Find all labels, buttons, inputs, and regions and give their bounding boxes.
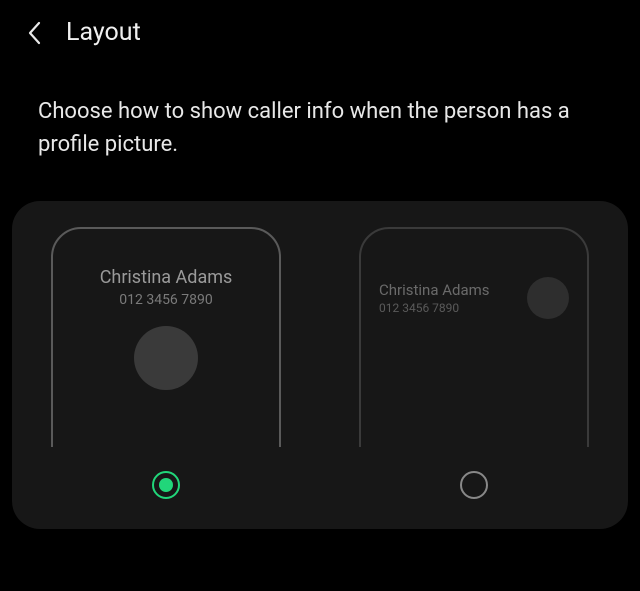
layout-options-panel: Christina Adams 012 3456 7890 Christina … — [12, 201, 628, 529]
phone-frame — [359, 227, 589, 447]
caller-text-group: Christina Adams 012 3456 7890 — [379, 281, 490, 315]
avatar-icon — [527, 277, 569, 319]
preview-content: Christina Adams 012 3456 7890 — [51, 267, 281, 390]
page-title: Layout — [66, 18, 141, 47]
caller-name: Christina Adams — [100, 267, 233, 288]
radio-selected[interactable] — [152, 471, 180, 499]
header: Layout — [0, 0, 640, 65]
description-text: Choose how to show caller info when the … — [0, 65, 640, 201]
avatar-icon — [134, 326, 198, 390]
caller-number: 012 3456 7890 — [379, 301, 490, 315]
caller-name: Christina Adams — [379, 281, 490, 299]
caller-number: 012 3456 7890 — [119, 292, 213, 308]
back-icon[interactable] — [22, 21, 46, 45]
radio-inner-dot — [159, 478, 173, 492]
layout-option-centered[interactable]: Christina Adams 012 3456 7890 — [51, 227, 281, 499]
phone-preview-compact: Christina Adams 012 3456 7890 — [359, 227, 589, 447]
radio-unselected[interactable] — [460, 471, 488, 499]
layout-option-compact[interactable]: Christina Adams 012 3456 7890 — [359, 227, 589, 499]
phone-preview-centered: Christina Adams 012 3456 7890 — [51, 227, 281, 447]
preview-content: Christina Adams 012 3456 7890 — [379, 277, 569, 319]
